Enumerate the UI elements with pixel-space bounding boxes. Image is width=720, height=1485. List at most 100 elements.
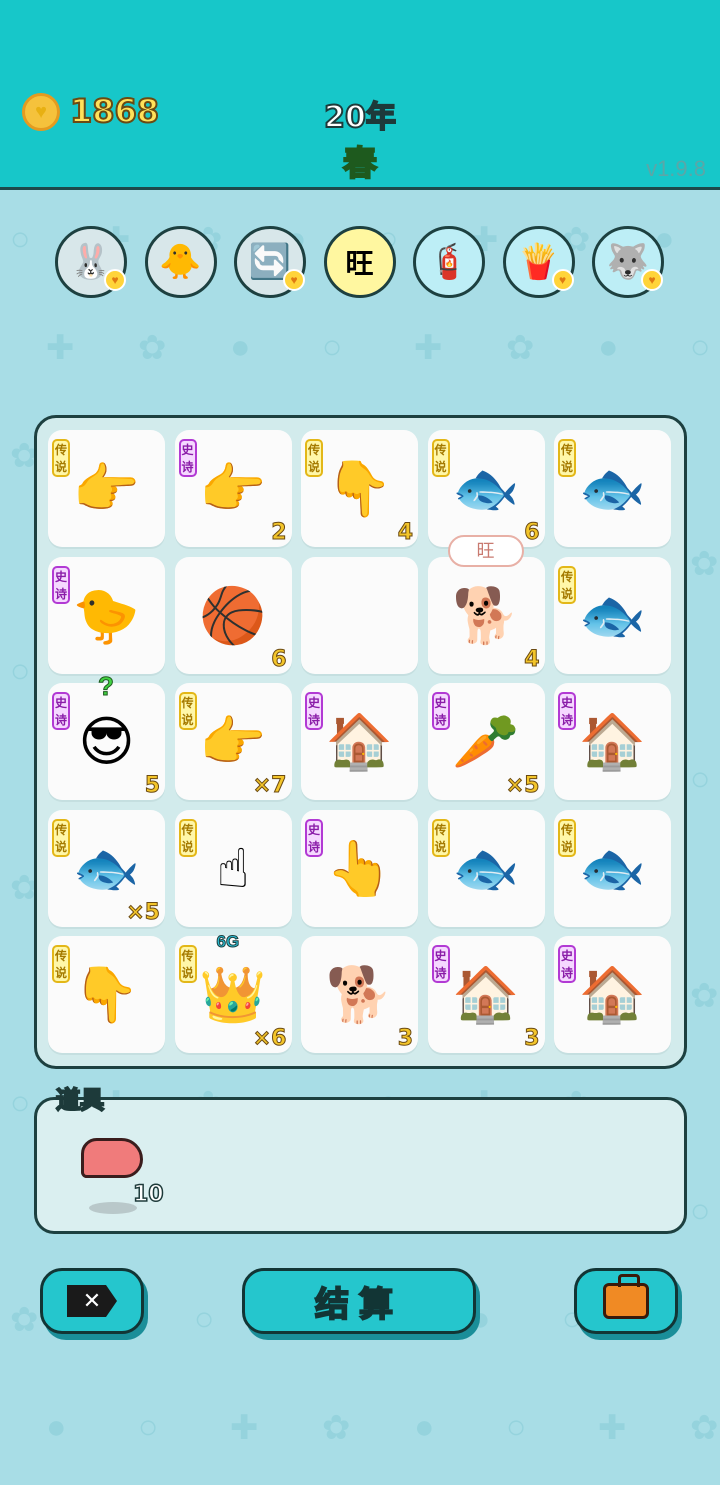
cell-count: 3 [397,1026,413,1052]
board-cell[interactable]: 👇 传说 4 [301,430,418,547]
buff-husky-icon[interactable]: 🐺 ♥ [592,226,664,298]
item-shadow [89,1202,137,1214]
buff-wang-text-icon[interactable]: 旺 [323,226,396,298]
board-cell[interactable] [301,556,418,674]
pattern-glyph: ● [46,1408,67,1446]
settle-label: 结算 [314,1284,403,1326]
board-cell[interactable]: 👉 传说 ×7 [174,683,292,800]
coin-count: 1868 [69,91,160,131]
briefcase-icon [603,1274,649,1319]
items-panel: 10 [34,1097,687,1234]
exit-button[interactable]: ✕ [40,1268,144,1334]
buff-refresh-icon[interactable]: 🔄 ♥ [234,226,306,298]
buff-chick-egg-icon[interactable]: 🐥 [144,226,217,298]
version-label: v1.9.8 [646,156,706,181]
buff-pump-icon[interactable]: 🧯 [413,226,485,298]
rarity-badge: 传说 [52,439,70,477]
rarity-badge: 传说 [431,818,450,857]
buff-fries-icon[interactable]: 🍟 ♥ [502,226,575,298]
board-cell[interactable]: 🐕 4 旺 [427,534,545,674]
liver-icon [81,1138,143,1178]
rarity-badge: 史诗 [558,945,576,983]
game-board: 👉 传说 👉 史诗 2 👇 传说 4 🐟 传说 6 🐟 传说 🐤 史诗 🏀 6 🐕 4 旺 🐟 传说 😎 史诗 5? 👉 传说 ×7 🏠… [34,415,687,1069]
board-cell[interactable]: 👑 传说 ×6 6G [174,932,292,1053]
rarity-badge: 史诗 [305,692,323,730]
pattern-glyph: ○ [10,1084,31,1122]
item-slot[interactable]: 10 [81,1138,171,1218]
board-cell[interactable]: 👇 传说 [48,936,165,1053]
board-cell[interactable]: 🏠 史诗 [554,936,671,1053]
heart-badge-icon: ♥ [283,269,305,291]
pattern-glyph: ○ [690,1192,711,1230]
cell-count: ×5 [505,773,540,799]
buff-row: 🐰 ♥ 🐥 🔄 ♥ 旺 🧯 🍟 ♥ 🐺 ♥ [55,226,667,300]
rarity-badge: 传说 [305,439,323,477]
board-cell[interactable]: 🐟 传说 [427,809,545,927]
board-cell[interactable]: 🏠 史诗 [554,683,671,800]
heart-coin-icon: ♥ [22,93,60,131]
board-cell[interactable]: 👉 史诗 2 [174,430,292,547]
settle-button[interactable]: 结算 [242,1268,476,1334]
year-label: 20年 [323,99,397,136]
pattern-glyph: ○ [322,328,343,366]
pattern-glyph: ✚ [598,1409,627,1447]
heart-badge-icon: ♥ [551,269,574,291]
pattern-glyph: ✚ [230,1409,259,1447]
pattern-glyph: ✿ [506,329,535,367]
rarity-badge: 史诗 [178,439,197,477]
cell-count: 5 [144,773,160,799]
cell-count: 4 [397,520,413,546]
cell-count: 4 [524,646,540,672]
board-cell[interactable]: ☝ 传说 [174,809,292,927]
rarity-badge: 传说 [52,945,70,983]
board-cell[interactable]: 🐟 传说 [554,556,671,674]
item-count: 10 [132,1181,164,1208]
rarity-badge: 史诗 [305,818,323,857]
pattern-glyph: ● [230,328,251,366]
board-cell[interactable]: 🐕 3 [301,936,418,1053]
rarity-badge: 传说 [178,818,197,857]
pattern-glyph: ○ [506,1408,527,1446]
rarity-badge: 史诗 [52,565,70,604]
items-label: 道具 [55,1085,105,1115]
pattern-glyph: ✚ [46,329,75,367]
pattern-glyph: ○ [10,652,31,690]
pattern-glyph: ○ [690,328,711,366]
buff-rabbit-icon[interactable]: 🐰 ♥ [55,226,127,298]
board-cell[interactable]: 🐟 传说 [554,809,671,927]
board-cell[interactable]: 👉 传说 [48,430,165,547]
rarity-badge: 传说 [431,439,450,477]
pattern-glyph: ○ [10,220,31,258]
exit-icon: ✕ [67,1285,117,1317]
board-cell[interactable]: 🐤 史诗 [48,556,165,674]
rarity-badge: 传说 [558,439,576,477]
board-cell[interactable]: 😎 史诗 5? [48,671,165,800]
top-bar: ♥ 1868 20年 春 v1.9.8 [0,0,720,190]
board-cell[interactable]: 👆 史诗 [301,809,418,927]
pattern-glyph: ✿ [322,1409,351,1447]
board-cell[interactable]: 🐟 传说 6 [427,430,545,547]
pattern-glyph: ✿ [138,329,167,367]
board-cell[interactable]: 🏠 史诗 3 [427,936,545,1053]
bag-button[interactable] [574,1268,678,1334]
rarity-badge: 传说 [178,945,197,983]
cell-count: 6 [271,646,287,672]
wang-text-icon: 旺 [345,248,374,279]
rarity-badge: 史诗 [431,692,450,730]
cell-count: 3 [524,1026,540,1052]
pattern-glyph: ✿ [10,1301,39,1339]
board-cell[interactable]: 🏀 6 [174,556,292,674]
heart-badge-icon: ♥ [641,269,663,291]
board-cell[interactable]: 🥕 史诗 ×5 [427,683,545,800]
pattern-glyph: ○ [690,760,711,798]
board-cell[interactable]: 🐟 传说 [554,430,671,547]
rarity-badge: 传说 [52,818,70,857]
pattern-glyph: ✚ [414,329,443,367]
board-cell[interactable]: 🐟 传说 ×5 [48,809,165,927]
rarity-badge: 史诗 [431,945,450,983]
rarity-badge: 传说 [558,818,576,857]
board-cell[interactable]: 🏠 史诗 [301,683,418,800]
rarity-badge: 传说 [178,692,197,730]
season-label: 春 [342,143,378,185]
cell-count: 2 [271,520,287,546]
